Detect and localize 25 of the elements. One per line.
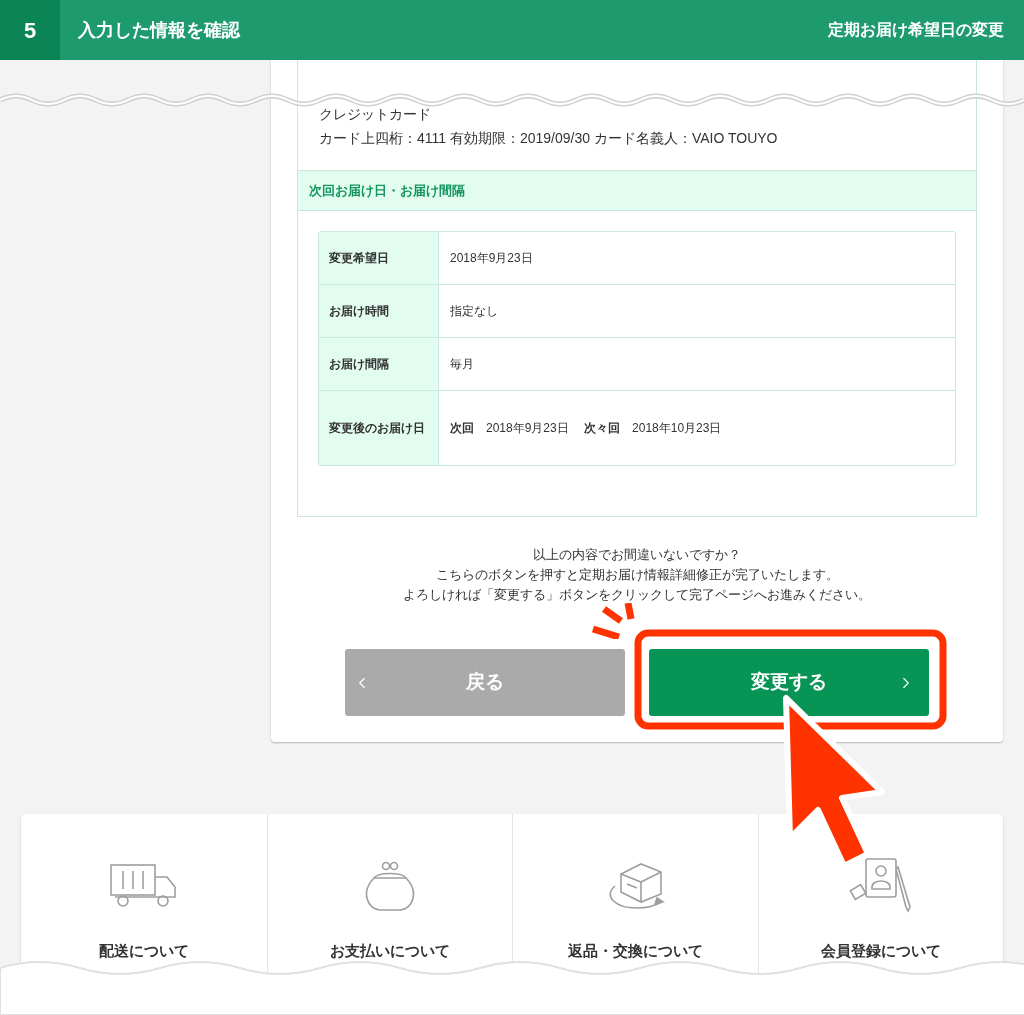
payment-details: カード上四桁：4111 有効期限：2019/09/30 カード名義人：VAIO TOUYO [319, 129, 779, 148]
row-value: 指定なし [450, 303, 498, 320]
row-value: 2018年9月23日 [450, 250, 533, 267]
row-label: 変更希望日 [319, 232, 439, 284]
info-link[interactable]: 返品・交換について [567, 940, 703, 963]
info-link[interactable]: お支払いについて [329, 940, 450, 963]
submit-button[interactable]: 変更する [649, 649, 929, 716]
section-heading: 次回お届け日・お届け間隔 [298, 170, 976, 211]
purse-icon [363, 860, 416, 912]
step-title: 入力した情報を確認 [78, 18, 240, 42]
info-link[interactable]: 会員登録について [820, 940, 941, 963]
row-label: お届け間隔 [319, 338, 439, 390]
row-label: 変更後のお届け日 [319, 391, 439, 465]
row-value: 次回 2018年9月23日 次々回 2018年10月23日 [450, 420, 722, 437]
member-card-icon [847, 857, 914, 915]
confirm-message: こちらのボタンを押すと定期お届け情報詳細修正が完了いたします。 [435, 566, 839, 584]
confirm-message: よろしければ「変更する」ボタンをクリックして完了ページへお進みください。 [403, 586, 871, 604]
row-value: 毎月 [450, 356, 474, 373]
row-label: お届け時間 [319, 285, 439, 337]
page-title: 定期お届け希望日の変更 [828, 20, 1004, 40]
truck-icon [108, 863, 179, 909]
step-number: 5 [0, 0, 60, 60]
info-link[interactable]: 配送について [98, 940, 189, 963]
confirm-message: 以上の内容でお間違いないですか？ [533, 546, 741, 564]
payment-method: クレジットカード [319, 105, 432, 124]
